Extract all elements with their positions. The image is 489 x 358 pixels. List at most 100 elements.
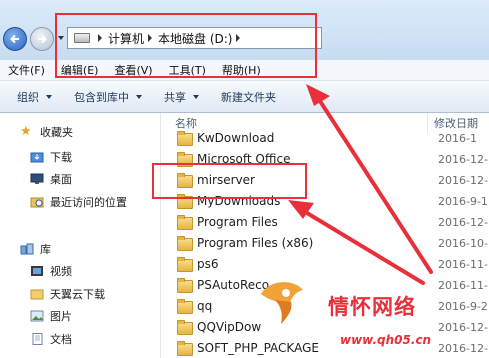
- sidebar-item-label: 天翼云下载: [50, 288, 105, 301]
- forward-arrow-icon: [38, 34, 47, 44]
- watermark-url: www.qh05.cn: [340, 333, 432, 347]
- sidebar-item-recent-places[interactable]: 最近访问的位置: [30, 193, 127, 211]
- menu-tools[interactable]: 工具(T): [161, 62, 214, 78]
- file-name: Program Files: [197, 215, 278, 229]
- folder-icon: [177, 299, 193, 314]
- file-row[interactable]: mirserver 2016-12-: [161, 171, 489, 192]
- file-row[interactable]: QQVipDow 2016-12-: [161, 318, 489, 339]
- file-date: 2016-11-: [438, 258, 488, 271]
- share-label: 共享: [164, 90, 186, 104]
- forward-button[interactable]: [30, 27, 54, 51]
- sidebar-libraries-label: 库: [40, 243, 51, 256]
- menu-view[interactable]: 查看(V): [106, 62, 160, 78]
- breadcrumb-separator[interactable]: [98, 34, 102, 42]
- folder-icon: [30, 289, 44, 300]
- folder-icon: [177, 131, 193, 146]
- file-date: 2016-9-1: [438, 195, 488, 208]
- menu-help[interactable]: 帮助(H): [214, 62, 269, 78]
- folder-icon: [177, 215, 193, 230]
- include-library-button[interactable]: 包含到库中: [63, 89, 153, 105]
- organize-button[interactable]: 组织: [0, 89, 63, 105]
- file-date: 2016-9-2: [438, 300, 488, 313]
- back-button[interactable]: [3, 27, 27, 51]
- organize-label: 组织: [17, 90, 39, 104]
- file-name: SOFT_PHP_PACKAGE: [197, 341, 319, 355]
- drive-icon: [74, 33, 90, 43]
- file-name: KwDownload: [197, 131, 275, 145]
- file-row[interactable]: qq 2016-9-2: [161, 297, 489, 318]
- document-icon: [32, 333, 43, 345]
- file-row[interactable]: Microsoft Office 2016-12-: [161, 150, 489, 171]
- chevron-down-icon: [136, 94, 142, 99]
- file-row[interactable]: KwDownload 2016-1: [161, 129, 489, 150]
- library-icon: [20, 243, 34, 255]
- folder-icon: [177, 236, 193, 251]
- navigation-pane: ★ 收藏夹 下载 桌面 最近访问的位置 库 视频 天翼云下载 图片 文档: [0, 113, 160, 358]
- watermark-title: 情怀网络: [328, 295, 416, 319]
- sidebar-item-desktop[interactable]: 桌面: [30, 170, 72, 188]
- file-name: qq: [197, 299, 213, 313]
- back-arrow-icon: [10, 34, 19, 44]
- file-name: Microsoft Office: [197, 152, 291, 166]
- new-folder-button[interactable]: 新建文件夹: [210, 89, 287, 105]
- sidebar-favorites[interactable]: ★ 收藏夹: [20, 123, 73, 141]
- file-row[interactable]: Program Files (x86) 2016-10-: [161, 234, 489, 255]
- folder-icon: [177, 341, 193, 356]
- watermark-logo: [261, 282, 303, 324]
- file-list: 名称 修改日期 KwDownload 2016-1 Microsoft Offi…: [161, 113, 489, 358]
- command-bar: 组织 包含到库中 共享 新建文件夹: [0, 81, 489, 113]
- recent-pages-dropdown[interactable]: [58, 36, 64, 40]
- desktop-icon: [30, 173, 44, 184]
- sidebar-libraries[interactable]: 库: [20, 240, 51, 258]
- sidebar-item-documents[interactable]: 文档: [30, 330, 72, 348]
- sidebar-favorites-label: 收藏夹: [40, 126, 73, 139]
- menu-file[interactable]: 文件(F): [0, 62, 53, 78]
- file-date: 2016-12-: [438, 174, 488, 187]
- folder-icon: [177, 320, 193, 335]
- file-row[interactable]: Program Files 2016-12-: [161, 213, 489, 234]
- sidebar-item-label: 视频: [50, 265, 72, 278]
- share-button[interactable]: 共享: [153, 89, 210, 105]
- video-icon: [31, 266, 43, 276]
- file-date: 2016-1: [438, 132, 477, 145]
- folder-icon: [177, 257, 193, 272]
- address-bar[interactable]: 计算机 本地磁盘 (D:): [67, 27, 322, 49]
- chevron-down-icon: [46, 94, 52, 99]
- star-icon: ★: [20, 124, 32, 139]
- sidebar-item-videos[interactable]: 视频: [30, 262, 72, 280]
- sidebar-item-label: 最近访问的位置: [50, 196, 127, 209]
- menu-bar: 文件(F) 编辑(E) 查看(V) 工具(T) 帮助(H): [0, 60, 489, 81]
- file-date: 2016-12-: [438, 342, 488, 355]
- breadcrumb-separator[interactable]: [236, 34, 241, 42]
- file-date: 2016-12-: [438, 216, 488, 229]
- sidebar-item-downloads[interactable]: 下载: [30, 148, 72, 166]
- file-row[interactable]: MyDownloads 2016-9-1: [161, 192, 489, 213]
- file-name: ps6: [197, 257, 219, 271]
- include-library-label: 包含到库中: [74, 90, 129, 104]
- file-name: QQVipDow: [197, 320, 262, 334]
- new-folder-label: 新建文件夹: [221, 90, 276, 104]
- download-folder-icon: [30, 152, 44, 163]
- sidebar-item-label: 下载: [50, 151, 72, 164]
- sidebar-item-label: 文档: [50, 333, 72, 346]
- folder-icon: [177, 278, 193, 293]
- sidebar-item-tianyi-cloud[interactable]: 天翼云下载: [30, 285, 105, 303]
- file-date: 2016-12-: [438, 321, 488, 334]
- file-row[interactable]: PSAutoReco 2016-11-: [161, 276, 489, 297]
- file-row[interactable]: ps6 2016-11-: [161, 255, 489, 276]
- folder-icon: [177, 194, 193, 209]
- title-bar: 计算机 本地磁盘 (D:): [0, 0, 489, 60]
- sidebar-item-label: 桌面: [50, 173, 72, 186]
- recent-places-icon: [30, 197, 44, 208]
- file-row[interactable]: SOFT_PHP_PACKAGE 2016-12-: [161, 339, 489, 358]
- folder-icon: [177, 152, 193, 167]
- breadcrumb-computer[interactable]: 计算机: [108, 30, 144, 47]
- menu-edit[interactable]: 编辑(E): [53, 62, 107, 78]
- breadcrumb-drive-d[interactable]: 本地磁盘 (D:): [158, 30, 232, 47]
- file-name: Program Files (x86): [197, 236, 314, 250]
- file-date: 2016-12-: [438, 153, 488, 166]
- breadcrumb-separator[interactable]: [148, 34, 153, 42]
- picture-icon: [30, 310, 44, 322]
- sidebar-item-pictures[interactable]: 图片: [30, 307, 72, 325]
- file-name: MyDownloads: [197, 194, 281, 208]
